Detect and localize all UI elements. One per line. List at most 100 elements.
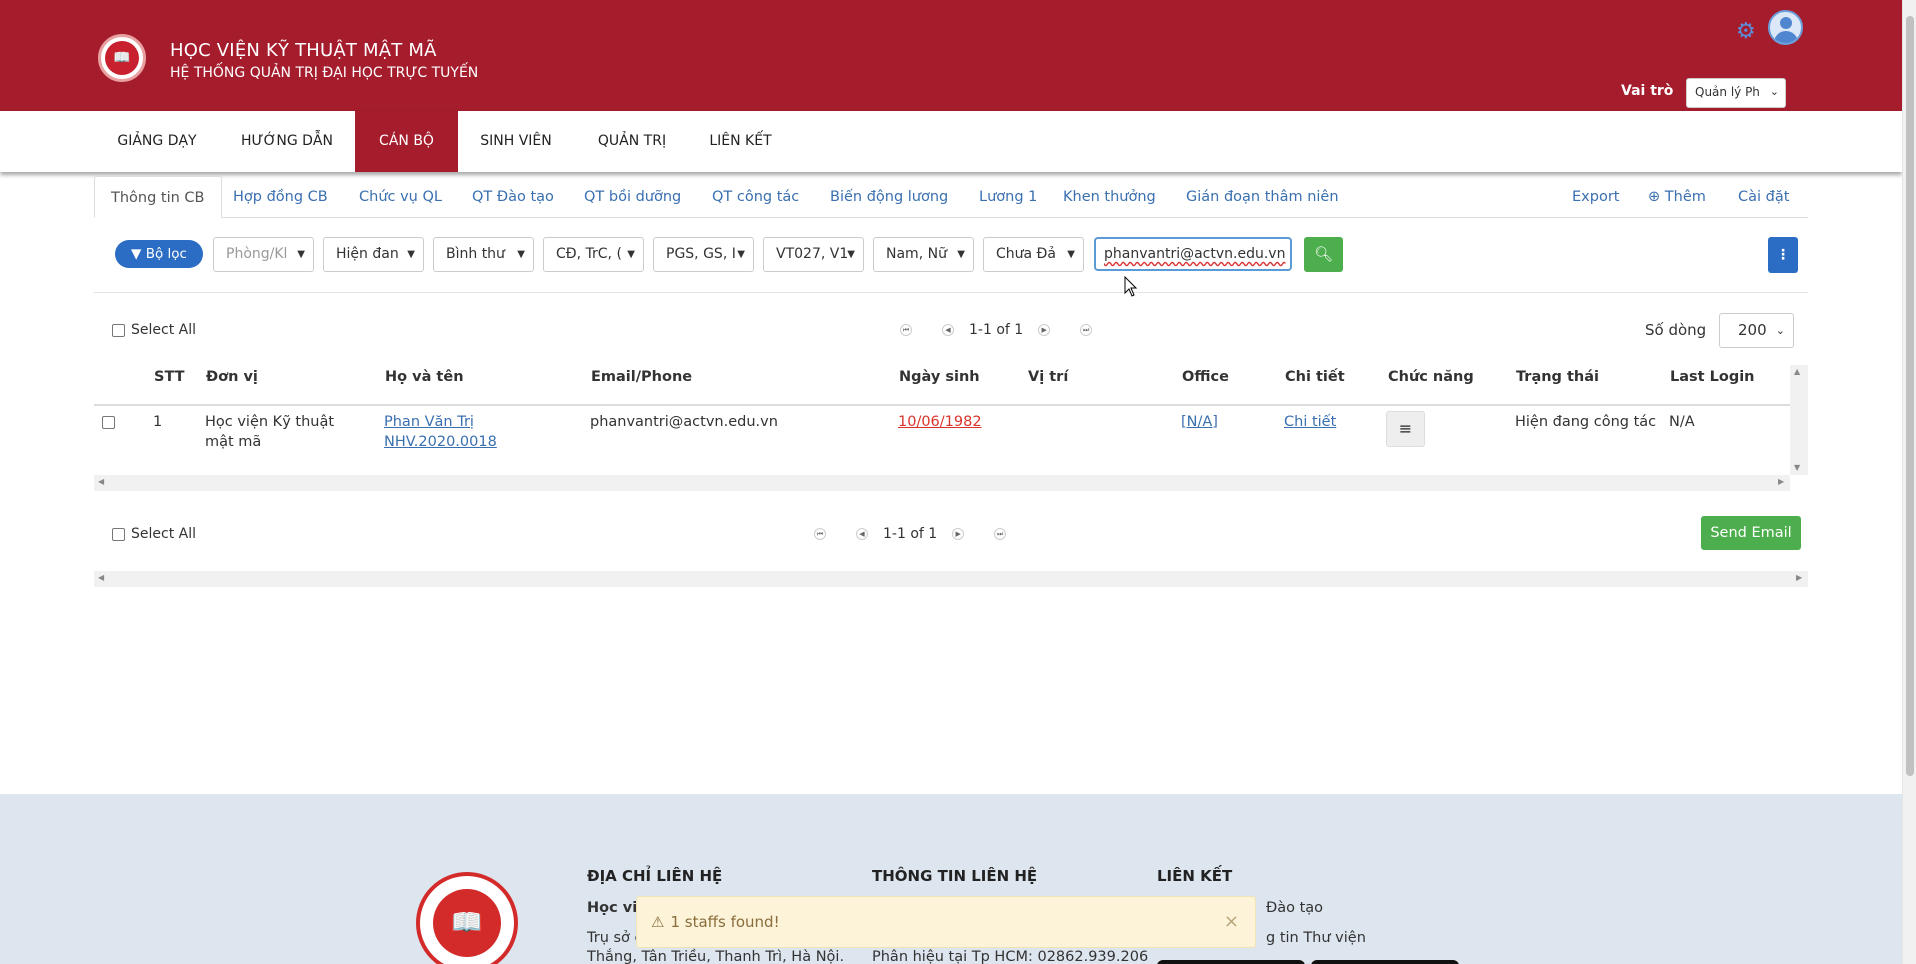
last-page-icon[interactable]: ⏭ — [994, 528, 1007, 540]
vertical-ellipsis-icon: ⋮ — [1776, 247, 1790, 263]
export-link[interactable]: Export — [1572, 176, 1619, 218]
checkbox[interactable] — [112, 323, 125, 337]
footer-link[interactable]: g tin Thư viện — [1266, 930, 1366, 946]
nav-huong-dan[interactable]: HƯỚNG DẪN — [226, 111, 348, 172]
filter-button[interactable]: ▼ Bộ lọc — [115, 240, 203, 268]
scroll-left-icon[interactable]: ◀ — [98, 477, 104, 486]
row-checkbox[interactable] — [102, 416, 115, 429]
tab-luong-1[interactable]: Lương 1 — [979, 176, 1037, 218]
office-link[interactable]: [N/A] — [1181, 414, 1218, 430]
tab-chuc-vu-ql[interactable]: Chức vụ QL — [359, 176, 442, 218]
col-stt[interactable]: STT — [154, 369, 185, 385]
scroll-right-icon[interactable]: ▶ — [1796, 573, 1802, 582]
cell-office[interactable]: [N/A] — [1181, 412, 1218, 432]
tab-bien-dong-luong[interactable]: Biến động lương — [830, 176, 948, 218]
role-select[interactable]: Quản lý Ph ⌄ — [1686, 78, 1786, 108]
caret-down-icon: ▼ — [297, 249, 305, 260]
filter-phong-khoa[interactable]: Phòng/Kl ▼ — [213, 237, 314, 272]
first-page-icon[interactable]: ⏮ — [900, 324, 912, 336]
row-actions-button[interactable]: ≡ — [1386, 411, 1425, 447]
cell-ngay-sinh[interactable]: 10/06/1982 — [898, 412, 982, 432]
settings-link[interactable]: Cài đặt — [1738, 176, 1789, 218]
scroll-up-icon[interactable]: ▲ — [1794, 367, 1800, 376]
checkbox[interactable] — [112, 527, 125, 541]
tab-khen-thuong[interactable]: Khen thưởng — [1063, 176, 1156, 218]
filter-dang-vien[interactable]: Chưa Đả ▼ — [983, 237, 1084, 272]
tab-qt-dao-tao[interactable]: QT Đào tạo — [472, 176, 554, 218]
filter-hoc-ham[interactable]: PGS, GS, I ▼ — [653, 237, 754, 272]
prev-page-icon[interactable]: ◀ — [942, 324, 954, 336]
col-last-login[interactable]: Last Login — [1670, 369, 1755, 385]
first-page-icon[interactable]: ⏮ — [814, 528, 826, 540]
scrollbar-thumb[interactable] — [1906, 16, 1914, 776]
rows-per-page-select[interactable]: 200 ⌄ — [1719, 313, 1794, 348]
col-ho-va-ten[interactable]: Họ và tên — [385, 369, 464, 385]
panel-horizontal-scrollbar[interactable]: ◀ ▶ — [94, 571, 1808, 587]
app-header: 📖 HỌC VIỆN KỸ THUẬT MẬT MÃ HỆ THỐNG QUẢN… — [0, 0, 1902, 111]
select-all-top[interactable]: Select All — [112, 322, 196, 338]
more-options-button[interactable]: ⋮ — [1768, 237, 1798, 273]
nav-giang-day[interactable]: GIẢNG DẠY — [96, 111, 218, 172]
col-ngay-sinh[interactable]: Ngày sinh — [899, 369, 980, 385]
col-vi-tri[interactable]: Vị trí — [1028, 369, 1068, 385]
send-email-button[interactable]: Send Email — [1701, 516, 1801, 550]
tab-qt-cong-tac[interactable]: QT công tác — [712, 176, 799, 218]
col-office[interactable]: Office — [1182, 369, 1229, 385]
col-chuc-nang[interactable]: Chức năng — [1388, 369, 1474, 385]
caret-down-icon: ▼ — [737, 249, 745, 260]
academy-logo[interactable]: 📖 — [98, 34, 146, 82]
scroll-down-icon[interactable]: ▼ — [1794, 463, 1800, 472]
search-button[interactable]: 🔍︎ — [1304, 237, 1343, 272]
birthdate-link[interactable]: 10/06/1982 — [898, 414, 982, 430]
tab-gian-doan-tham-nien[interactable]: Gián đoạn thâm niên — [1186, 176, 1339, 218]
next-page-icon[interactable]: ▶ — [1038, 324, 1051, 336]
table-vertical-scrollbar[interactable]: ▲ ▼ — [1790, 365, 1808, 475]
scroll-right-icon[interactable]: ▶ — [1778, 477, 1784, 486]
filter-gioi-tinh[interactable]: Nam, Nữ ▼ — [873, 237, 974, 272]
page-range: 1-1 of 1 — [969, 322, 1024, 338]
tab-hop-dong-cb[interactable]: Hợp đồng CB — [233, 176, 328, 218]
col-don-vi[interactable]: Đơn vị — [206, 369, 258, 385]
app-store-badge[interactable] — [1157, 960, 1305, 964]
detail-link[interactable]: Chi tiết — [1284, 414, 1336, 430]
staff-name-link[interactable]: Phan Văn Trị — [384, 414, 474, 430]
page-scrollbar[interactable] — [1902, 0, 1916, 964]
table-horizontal-scrollbar[interactable]: ◀ ▶ — [94, 475, 1790, 491]
notification-toast: ⚠ 1 staffs found! × — [636, 896, 1256, 948]
filter-trinh-do[interactable]: CĐ, TrC, (▼ — [543, 237, 644, 272]
col-trang-thai[interactable]: Trạng thái — [1516, 369, 1599, 385]
footer-address-title: ĐỊA CHỈ LIÊN HỆ — [587, 867, 723, 885]
cell-chi-tiet[interactable]: Chi tiết — [1284, 412, 1336, 432]
next-page-icon[interactable]: ▶ — [952, 528, 965, 540]
cell-don-vi: Học viện Kỹ thuật mật mã — [205, 414, 335, 450]
col-email-phone[interactable]: Email/Phone — [591, 369, 692, 385]
pager-bottom: ⏮ ◀ 1-1 of 1 ▶ ⏭ — [799, 526, 1021, 542]
add-link[interactable]: ⊕ Thêm — [1648, 176, 1706, 218]
nav-lien-ket[interactable]: LIÊN KẾT — [693, 111, 788, 172]
prev-page-icon[interactable]: ◀ — [856, 528, 868, 540]
col-chi-tiet[interactable]: Chi tiết — [1285, 369, 1345, 385]
nav-can-bo[interactable]: CÁN BỘ — [355, 111, 458, 172]
nav-sinh-vien[interactable]: SINH VIÊN — [466, 111, 566, 172]
tab-qt-boi-duong[interactable]: QT bồi dưỡng — [584, 176, 681, 218]
user-avatar-icon[interactable] — [1768, 10, 1803, 45]
close-icon[interactable]: × — [1224, 911, 1239, 932]
filter-tinh-trang[interactable]: Bình thư ▼ — [433, 237, 534, 272]
search-input[interactable]: phanvantri@actvn.edu.vn — [1094, 237, 1292, 271]
caret-down-icon: ▼ — [407, 249, 415, 260]
select-all-bottom[interactable]: Select All — [112, 526, 196, 542]
footer-link[interactable]: Đào tạo — [1266, 900, 1323, 916]
warning-icon: ⚠ — [651, 913, 665, 931]
app-title: HỌC VIỆN KỸ THUẬT MẬT MÃ — [170, 40, 437, 61]
pager-top: ⏮ ◀ 1-1 of 1 ▶ ⏭ — [885, 322, 1107, 338]
tab-thong-tin-cb[interactable]: Thông tin CB — [94, 176, 222, 218]
google-play-badge[interactable] — [1311, 960, 1459, 964]
nav-quan-tri[interactable]: QUẢN TRỊ — [582, 111, 682, 172]
filter-trang-thai[interactable]: Hiện đan ▼ — [323, 237, 424, 272]
last-page-icon[interactable]: ⏭ — [1080, 324, 1093, 336]
scroll-left-icon[interactable]: ◀ — [98, 573, 104, 582]
gear-icon[interactable]: ⚙ — [1736, 20, 1760, 44]
staff-code-link[interactable]: NHV.2020.0018 — [384, 434, 497, 450]
cell-ho-va-ten[interactable]: Phan Văn Trị NHV.2020.0018 — [384, 412, 504, 452]
filter-ngach[interactable]: VT027, V1 ▼ — [763, 237, 864, 272]
